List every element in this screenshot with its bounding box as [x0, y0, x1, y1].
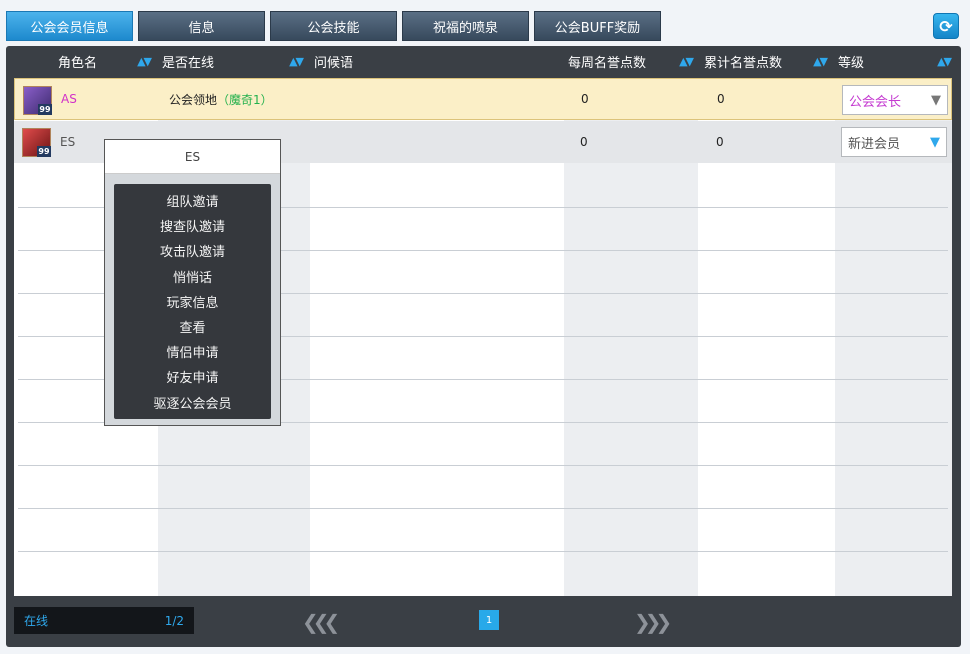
rank-select[interactable]: 公会会长 ▼	[842, 85, 948, 115]
member-location: 公会领地	[169, 92, 218, 107]
member-online: 公会领地 （魔奇1）	[169, 78, 273, 120]
tab-guild-skills[interactable]: 公会技能	[270, 11, 397, 41]
avatar: 99	[23, 86, 52, 115]
refresh-icon[interactable]: ⟳	[933, 13, 959, 39]
menu-item-kick-member[interactable]: 驱逐公会会员	[114, 390, 271, 415]
member-context-menu: ES 组队邀请 搜查队邀请 攻击队邀请 悄悄话 玩家信息 查看 情侣申请 好友申…	[104, 139, 281, 426]
menu-item-raid-invite[interactable]: 攻击队邀请	[114, 238, 271, 263]
member-total-points: 0	[716, 135, 724, 149]
rank-value: 公会会长	[849, 94, 902, 110]
chevron-down-icon: ▼	[930, 134, 940, 150]
avatar: 99	[22, 128, 51, 157]
row-divider	[18, 465, 948, 466]
row-divider	[18, 551, 948, 552]
online-label: 在线	[24, 614, 49, 628]
header-online-label: 是否在线	[162, 55, 215, 71]
table-row[interactable]: 99 AS 公会领地 （魔奇1） 0 0 公会会长 ▼	[14, 78, 952, 120]
page-number-button[interactable]: 1	[479, 610, 499, 630]
tab-bar: 公会会员信息 信息 公会技能 祝福的喷泉 公会BUFF奖励	[6, 11, 661, 42]
member-name: ES	[60, 135, 76, 149]
menu-item-party-invite[interactable]: 组队邀请	[114, 188, 271, 213]
context-menu-list: 组队邀请 搜查队邀请 攻击队邀请 悄悄话 玩家信息 查看 情侣申请 好友申请 驱…	[114, 184, 271, 419]
tab-guild-buff-reward[interactable]: 公会BUFF奖励	[534, 11, 661, 41]
prev-page-icon[interactable]: ❮❮❮	[302, 610, 340, 634]
header-rank-label: 等级	[838, 55, 865, 71]
member-channel: （魔奇1）	[217, 92, 273, 107]
sort-icon[interactable]: ▲▼	[937, 55, 952, 68]
header-online[interactable]: 是否在线 ▲▼	[156, 46, 308, 76]
header-total-label: 累计名誉点数	[704, 55, 783, 71]
member-name: AS	[61, 92, 77, 106]
member-total-points: 0	[717, 92, 725, 106]
header-name-label: 角色名	[58, 55, 98, 71]
menu-item-friend-request[interactable]: 好友申请	[114, 364, 271, 389]
member-weekly-points: 0	[580, 135, 588, 149]
sort-icon[interactable]: ▲▼	[679, 55, 694, 68]
row-divider	[18, 508, 948, 509]
level-badge: 99	[38, 104, 52, 115]
tab-info[interactable]: 信息	[138, 11, 265, 41]
online-counter: 在线 1/2	[14, 607, 194, 634]
next-page-icon[interactable]: ❯❯❯	[634, 610, 672, 634]
header-rank[interactable]: 等级 ▲▼	[832, 46, 956, 76]
table-header: 角色名 ▲▼ 是否在线 ▲▼ 问候语 每周名誉点数 ▲▼ 累计名誉点数 ▲▼ 等级 ▲▼	[14, 46, 958, 76]
table-footer: 在线 1/2 ❮❮❮ 1 ❯❯❯	[14, 606, 958, 636]
menu-item-inspect[interactable]: 查看	[114, 314, 271, 339]
sort-icon[interactable]: ▲▼	[137, 55, 152, 68]
menu-item-player-info[interactable]: 玩家信息	[114, 289, 271, 314]
context-menu-title: ES	[105, 140, 280, 174]
header-weekly-label: 每周名誉点数	[568, 55, 647, 71]
header-greeting: 问候语	[308, 46, 562, 76]
menu-item-whisper[interactable]: 悄悄话	[114, 264, 271, 289]
sort-icon[interactable]: ▲▼	[289, 55, 304, 68]
rank-select[interactable]: 新进会员 ▼	[841, 127, 947, 157]
online-count: 1/2	[164, 613, 184, 628]
header-greeting-label: 问候语	[314, 55, 354, 71]
header-total[interactable]: 累计名誉点数 ▲▼	[698, 46, 832, 76]
header-weekly[interactable]: 每周名誉点数 ▲▼	[562, 46, 698, 76]
menu-item-search-party-invite[interactable]: 搜查队邀请	[114, 213, 271, 238]
member-weekly-points: 0	[581, 92, 589, 106]
chevron-down-icon: ▼	[931, 92, 941, 108]
level-badge: 99	[37, 146, 51, 157]
tab-guild-members[interactable]: 公会会员信息	[6, 11, 133, 41]
tab-blessing-fountain[interactable]: 祝福的喷泉	[402, 11, 529, 41]
header-name[interactable]: 角色名 ▲▼	[14, 46, 156, 76]
menu-item-couple-request[interactable]: 情侣申请	[114, 339, 271, 364]
rank-value: 新进会员	[848, 136, 901, 152]
sort-icon[interactable]: ▲▼	[813, 55, 828, 68]
